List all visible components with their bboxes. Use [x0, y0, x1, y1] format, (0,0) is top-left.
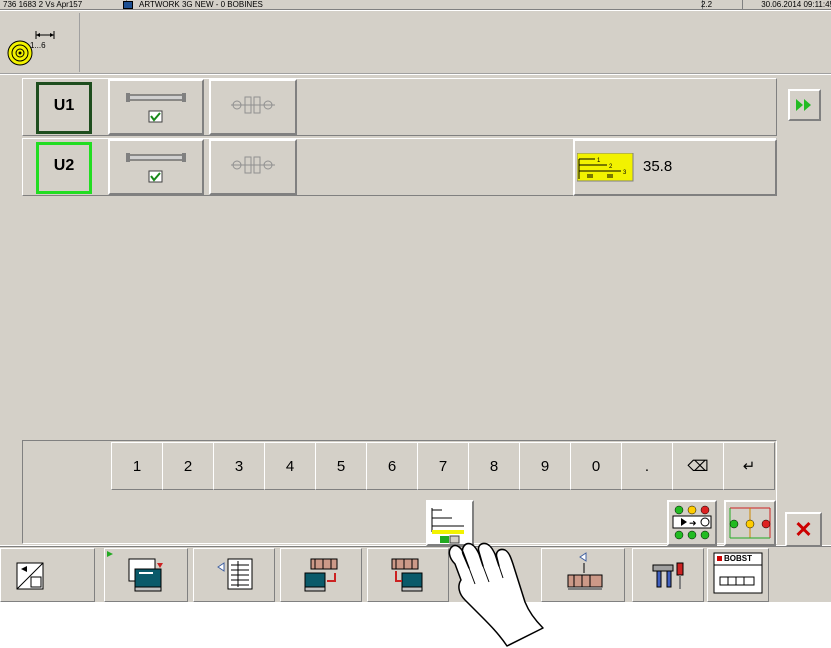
job-name: ARTWORK 3G NEW - 0 BOBINES	[136, 0, 703, 10]
chuck-icon	[231, 156, 275, 174]
key-0[interactable]: 0	[570, 442, 622, 490]
job-list-icon	[107, 551, 163, 592]
unit-button-u1[interactable]: U1	[36, 82, 92, 134]
transfer-button[interactable]: ➜	[667, 500, 717, 546]
unit-row-1: U1	[22, 78, 777, 136]
toolbar-back-button[interactable]	[0, 548, 95, 602]
toolbar-upload-button[interactable]	[280, 548, 362, 602]
recipe-list-icon	[217, 558, 253, 590]
key-9[interactable]: 9	[519, 442, 571, 490]
core-shaft-toggle-u2[interactable]	[108, 139, 204, 195]
datetime-label: 30.06.2014 09:11:45	[761, 0, 831, 9]
reel-count-button[interactable]: 1...6	[2, 13, 80, 72]
title-bar: 736 1683 2 Vs Apr157 ARTWORK 3G NEW - 0 …	[0, 0, 831, 10]
chuck-icon	[231, 96, 275, 114]
key-8[interactable]: 8	[468, 442, 520, 490]
core-shaft-check-icon	[126, 153, 186, 183]
key-3[interactable]: 3	[213, 442, 265, 490]
machine-upload-icon	[304, 558, 338, 592]
key-4[interactable]: 4	[264, 442, 316, 490]
app-icon	[123, 1, 133, 9]
import-export-icon	[16, 562, 44, 590]
bobst-machine-icon: BOBST	[713, 552, 763, 594]
core-shaft-toggle-u1[interactable]	[108, 79, 204, 135]
key-2[interactable]: 2	[162, 442, 214, 490]
key-5[interactable]: 5	[315, 442, 367, 490]
key-7[interactable]: 7	[417, 442, 469, 490]
key-enter[interactable]: ↵	[723, 442, 775, 490]
key-6[interactable]: 6	[366, 442, 418, 490]
tools-icon	[652, 562, 684, 589]
key-decimal[interactable]: .	[621, 442, 673, 490]
web-width-diagram-icon: 1 2 3	[577, 153, 634, 182]
toolbar-recipe-button[interactable]	[193, 548, 275, 602]
close-icon: ✕	[794, 517, 813, 542]
fast-forward-button[interactable]	[788, 89, 821, 121]
machine-id: 736 1683 2 Vs Apr157	[0, 0, 127, 10]
unit-2-width-field[interactable]: 1 2 3 35.8	[573, 139, 777, 196]
svg-text:➜: ➜	[689, 518, 697, 528]
chuck-button-u2[interactable]	[209, 139, 297, 195]
position-icon	[729, 507, 771, 539]
toolbar-job-list-button[interactable]	[104, 548, 188, 602]
close-button[interactable]: ✕	[785, 512, 822, 547]
position-button[interactable]	[724, 500, 776, 546]
reel-icon-label: 1...6	[30, 41, 46, 50]
toolbar-bobst-button[interactable]: BOBST	[707, 548, 769, 602]
key-1[interactable]: 1	[111, 442, 163, 490]
pointing-hand-icon	[448, 542, 544, 647]
reel-icon: 1...6	[7, 31, 55, 66]
core-shaft-check-icon	[126, 93, 186, 123]
fast-forward-icon	[796, 99, 811, 111]
bobst-logo-text: BOBST	[724, 554, 752, 563]
header-bar: 1...6	[0, 11, 831, 74]
chuck-button-u1[interactable]	[209, 79, 297, 135]
toolbar-tools-button[interactable]	[632, 548, 704, 602]
key-backspace[interactable]: ⌫	[672, 442, 724, 490]
transfer-icon: ➜	[672, 505, 712, 540]
unit-2-width-value: 35.8	[643, 158, 673, 175]
unit-button-u2[interactable]: U2	[36, 142, 92, 194]
